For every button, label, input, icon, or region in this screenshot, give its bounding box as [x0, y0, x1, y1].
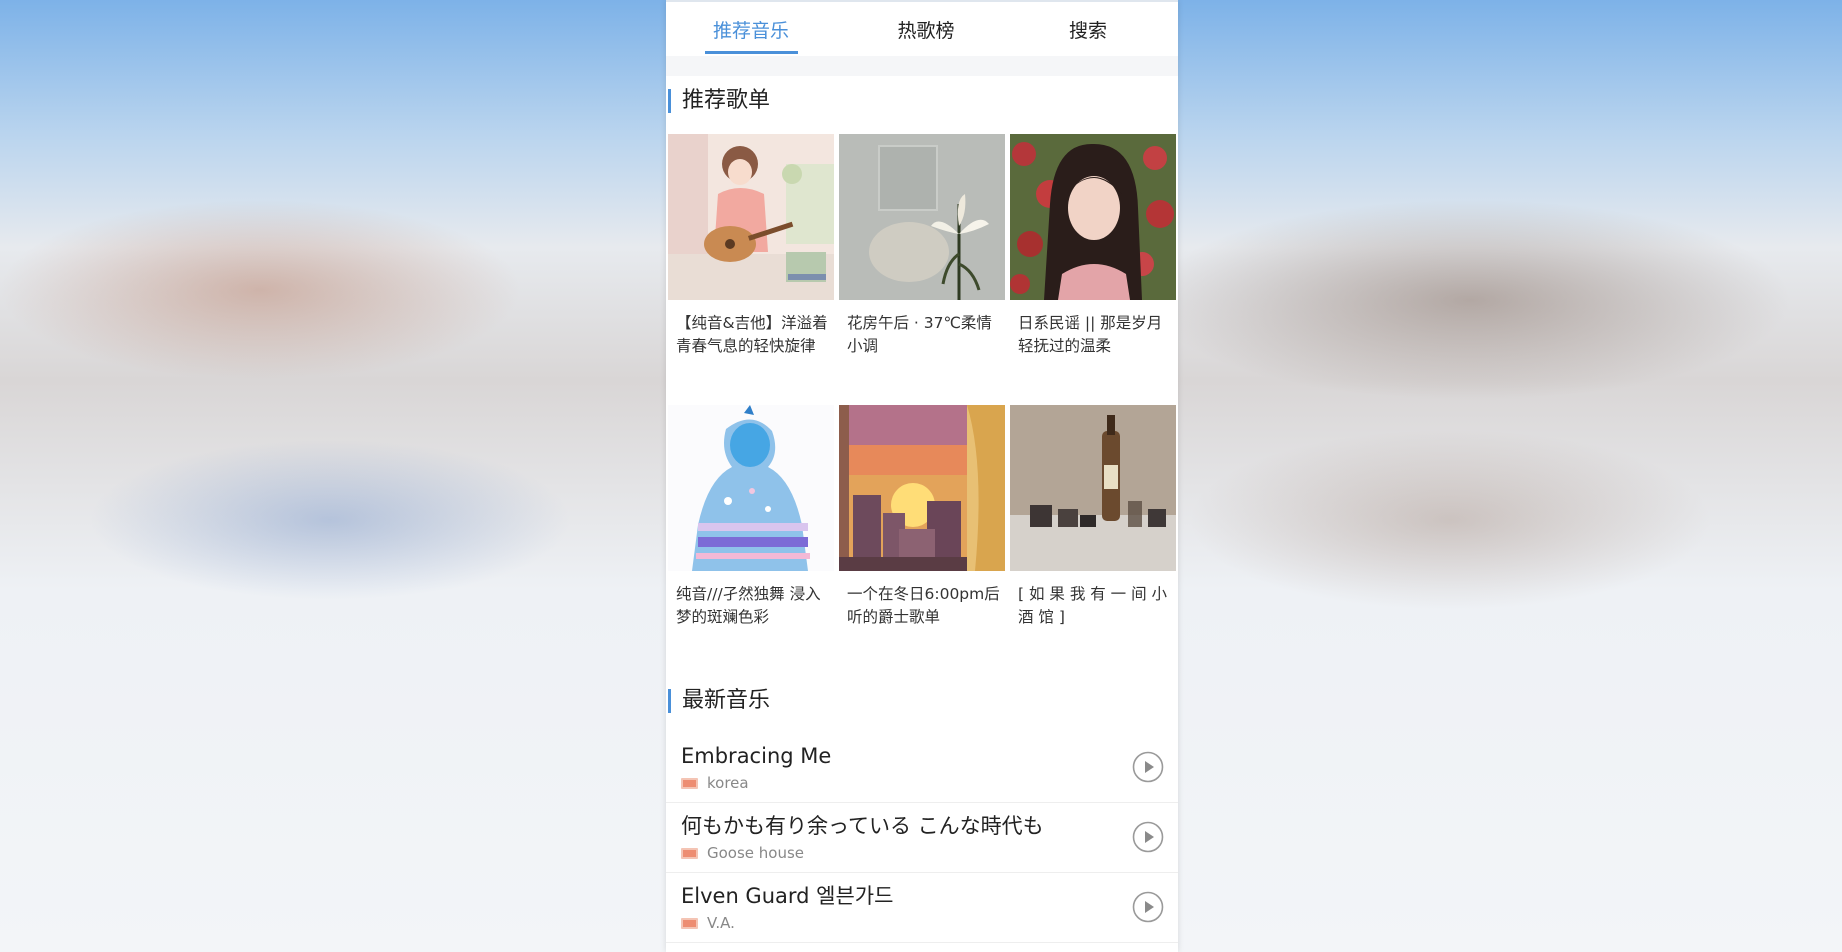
song-artist: Goose house — [707, 844, 805, 862]
playlist-cover-image — [668, 405, 834, 571]
top-tab-bar: 推荐音乐 热歌榜 搜索 — [666, 0, 1178, 56]
heading-accent-bar — [668, 689, 671, 713]
tab-recommended-music[interactable]: 推荐音乐 — [704, 18, 798, 48]
play-circle-icon[interactable] — [1132, 821, 1164, 853]
song-artist: V.A. — [707, 914, 735, 932]
recommended-playlists-title: 推荐歌单 — [682, 88, 771, 113]
playlist-cover-image — [1010, 405, 1176, 571]
playlist-title: 花房午后 · 37℃柔情小调 — [847, 314, 992, 355]
playlist-title: 日系民谣 || 那是岁月轻抚过的温柔 — [1018, 314, 1163, 355]
section-divider — [666, 56, 1178, 76]
latest-music-heading: 最新音乐 — [666, 687, 966, 715]
playlist-title: 纯音///孑然独舞 浸入梦的斑斓色彩 — [676, 585, 821, 626]
playlist-title: [ 如 果 我 有 一 间 小 酒 馆 ] — [1018, 585, 1168, 626]
song-title: 何もかも有り余っている こんな時代も — [681, 814, 1044, 838]
sq-badge-icon — [681, 848, 698, 859]
playlist-title: 【纯音&吉他】洋溢着青春气息的轻快旋律 — [676, 314, 828, 355]
play-circle-icon[interactable] — [1132, 751, 1164, 783]
playlist-cover-image — [839, 405, 1005, 571]
tab-hot-songs[interactable]: 热歌榜 — [882, 18, 970, 48]
latest-music-title: 最新音乐 — [682, 688, 771, 713]
song-list-item[interactable]: Elven Guard 엘븐가드 V.A. — [666, 873, 1178, 943]
sq-badge-icon — [681, 918, 698, 929]
song-title: Embracing Me — [681, 744, 832, 768]
playlist-cover-image — [1010, 134, 1176, 300]
recommended-playlists-heading: 推荐歌单 — [666, 87, 966, 115]
play-circle-icon[interactable] — [1132, 891, 1164, 923]
song-list-item[interactable]: Embracing Me korea — [666, 733, 1178, 803]
song-list-item[interactable]: 何もかも有り余っている こんな時代も Goose house — [666, 803, 1178, 873]
active-tab-indicator — [705, 51, 798, 54]
song-title: Elven Guard 엘븐가드 — [681, 884, 894, 908]
tab-search[interactable]: 搜索 — [1056, 18, 1120, 48]
song-artist: korea — [707, 774, 749, 792]
music-app-screen: 推荐音乐 热歌榜 搜索 推荐歌单 【纯音&吉他】洋溢着青春气息的轻快旋律 花房午… — [666, 0, 1178, 952]
playlist-cover-image — [839, 134, 1005, 300]
heading-accent-bar — [668, 89, 671, 113]
sq-badge-icon — [681, 778, 698, 789]
playlist-title: 一个在冬日6:00pm后听的爵士歌单 — [847, 585, 1000, 626]
playlist-cover-image — [668, 134, 834, 300]
